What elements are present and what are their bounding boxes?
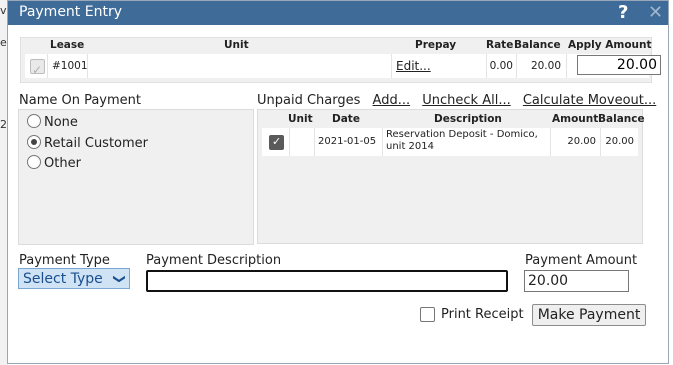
radio-other[interactable]: Other: [27, 155, 81, 171]
dialog-title: Payment Entry: [19, 4, 122, 20]
charge-checkbox[interactable]: [269, 135, 284, 150]
print-receipt-label: Print Receipt: [441, 307, 524, 322]
charge-amount: 20.00: [551, 128, 601, 156]
charge-date: 2021-01-05: [315, 128, 383, 156]
charge-description: Reservation Deposit - Domico, unit 2014: [383, 128, 551, 156]
payment-type-label: Payment Type: [19, 253, 110, 268]
lease-rate: 0.00: [487, 54, 517, 78]
uc-description-header: Description: [434, 113, 502, 125]
uc-unit-header: Unit: [288, 113, 313, 125]
make-payment-button[interactable]: Make Payment: [532, 304, 646, 326]
apply-amount-column-header: Apply Amount: [568, 39, 652, 51]
help-icon[interactable]: ?: [618, 2, 628, 23]
payment-amount-input[interactable]: 20.00: [524, 270, 629, 292]
uc-balance-header: Balance: [598, 113, 645, 125]
lease-column-header: Lease: [50, 39, 85, 51]
background-text: e: [0, 36, 7, 49]
payment-description-label: Payment Description: [146, 253, 282, 268]
apply-amount-input[interactable]: [577, 55, 661, 75]
unpaid-charges-header: Unpaid Charges Add... Uncheck All... Cal…: [257, 93, 664, 108]
balance-column-header: Balance: [514, 39, 561, 51]
radio-none[interactable]: None: [27, 114, 78, 130]
prepay-edit-link[interactable]: Edit...: [396, 59, 431, 73]
unpaid-charges-table: Unit Date Description Amount Balance 202…: [257, 109, 645, 244]
lease-table: Lease Unit Prepay Rate Balance Apply Amo…: [20, 37, 661, 83]
charge-balance: 20.00: [605, 136, 634, 147]
close-icon[interactable]: ✕: [648, 2, 663, 23]
radio-button-selected[interactable]: [27, 135, 41, 149]
table-row: 2021-01-05 Reservation Deposit - Domico,…: [262, 128, 638, 156]
calculate-moveout-link[interactable]: Calculate Moveout...: [523, 93, 656, 108]
lease-row-checkbox[interactable]: [30, 58, 45, 82]
chevron-down-icon: ❮: [110, 273, 125, 285]
unpaid-charges-label: Unpaid Charges: [257, 93, 361, 108]
add-charge-link[interactable]: Add...: [373, 93, 411, 108]
payment-amount-label: Payment Amount: [525, 253, 638, 268]
payment-entry-dialog: Payment Entry ? ✕ Lease Unit Prepay Rate…: [7, 0, 669, 364]
prepay-column-header: Prepay: [415, 39, 457, 51]
uc-amount-header: Amount: [552, 113, 599, 125]
name-on-payment-group: None Retail Customer Other: [18, 109, 254, 245]
lease-balance: 20.00: [517, 54, 567, 78]
dialog-titlebar[interactable]: Payment Entry ? ✕: [8, 1, 668, 25]
background-text: v: [0, 4, 7, 17]
rate-column-header: Rate: [486, 39, 514, 51]
radio-button[interactable]: [27, 114, 41, 128]
charge-unit: [290, 128, 315, 156]
unit-column-header: Unit: [224, 39, 249, 51]
print-receipt-checkbox[interactable]: [420, 307, 435, 322]
name-on-payment-label: Name On Payment: [19, 93, 142, 108]
radio-button[interactable]: [27, 155, 41, 169]
uc-date-header: Date: [332, 113, 360, 125]
lease-row: #1001 Edit... 0.00 20.00: [25, 54, 661, 82]
payment-type-select[interactable]: Select Type ❮: [18, 268, 130, 289]
lease-id: #1001: [48, 54, 88, 78]
uncheck-all-link[interactable]: Uncheck All...: [422, 93, 510, 108]
radio-retail-customer[interactable]: Retail Customer: [27, 135, 148, 151]
lease-unit: [88, 54, 392, 78]
payment-description-input[interactable]: [146, 270, 508, 292]
